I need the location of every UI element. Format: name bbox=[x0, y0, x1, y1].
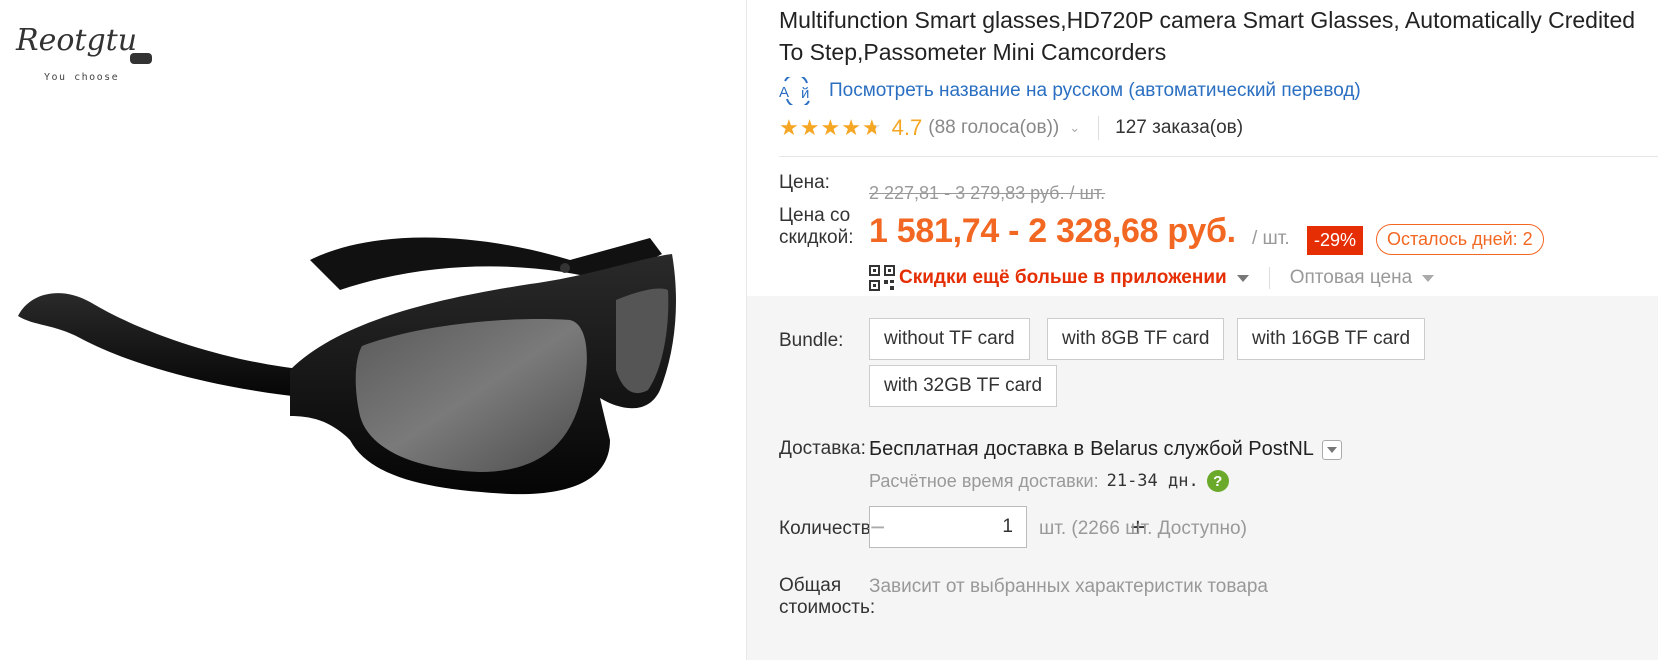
wholesale-price-link[interactable]: Оптовая цена bbox=[1290, 267, 1412, 289]
bundle-label: Bundle: bbox=[779, 330, 844, 351]
bundle-option-16gb[interactable]: with 16GB TF card bbox=[1237, 318, 1426, 360]
translate-icon[interactable]: A й bbox=[779, 77, 817, 105]
shipping-line: Бесплатная доставка в Belarus службой Po… bbox=[869, 438, 1342, 461]
discount-price: 1 581,74 - 2 328,68 руб. bbox=[869, 212, 1236, 250]
star-icon: ★ bbox=[779, 115, 799, 140]
quantity-minus-button[interactable]: − bbox=[870, 507, 885, 547]
bundle-option-8gb[interactable]: with 8GB TF card bbox=[1047, 318, 1225, 360]
per-unit: / шт. bbox=[1252, 228, 1290, 249]
qr-code-icon bbox=[869, 265, 895, 291]
app-promo-link[interactable]: Скидки ещё больше в приложении bbox=[899, 267, 1227, 289]
divider bbox=[1098, 116, 1100, 140]
price-label: Цена: bbox=[779, 172, 830, 193]
eta-label: Расчётное время доставки: bbox=[869, 470, 1099, 491]
app-promo-row: Скидки ещё больше в приложении Оптовая ц… bbox=[869, 264, 1435, 292]
rating-value: 4.7 bbox=[891, 115, 923, 140]
shipping-label: Доставка: bbox=[779, 438, 866, 459]
help-icon[interactable]: ? bbox=[1206, 470, 1229, 492]
brand-logo-text: Reotgtu bbox=[15, 23, 137, 58]
bundle-option-32gb[interactable]: with 32GB TF card bbox=[869, 365, 1058, 407]
caret-down-icon[interactable] bbox=[1236, 274, 1249, 282]
rating-row: ★ ★ ★ ★ ★ 4.7 (88 голоса(ов)) ⌄ 127 зака… bbox=[779, 113, 1243, 143]
star-icon: ★ bbox=[820, 115, 841, 140]
orders-count: 127 заказа(ов) bbox=[1115, 117, 1244, 138]
eta-days: 21-34 дн. bbox=[1106, 471, 1199, 491]
total-label: Общая стоимость: bbox=[779, 575, 876, 618]
delivery-eta: Расчётное время доставки: 21-34 дн. ? bbox=[869, 470, 1229, 492]
glasses-image bbox=[18, 237, 676, 495]
translate-link[interactable]: Посмотреть название на русском (автомати… bbox=[829, 80, 1361, 102]
svg-text:й: й bbox=[801, 85, 809, 102]
shipping-free: Бесплатная доставка в bbox=[869, 438, 1085, 460]
brand-tagline: You choose bbox=[44, 72, 120, 83]
product-title: Multifunction Smart glasses,HD720P camer… bbox=[779, 7, 1636, 65]
quantity-stepper: − + bbox=[869, 506, 1145, 548]
svg-text:A: A bbox=[779, 84, 789, 101]
divider bbox=[1268, 267, 1270, 289]
stock-available: шт. (2266 шт. Доступно) bbox=[1039, 518, 1247, 539]
discount-price-label: Цена со скидкой: bbox=[779, 205, 854, 248]
chevron-down-icon[interactable]: ⌄ bbox=[1069, 120, 1080, 136]
days-left-badge: Осталось дней: 2 bbox=[1376, 224, 1544, 255]
rating-stars: ★ ★ ★ ★ ★ bbox=[779, 117, 882, 139]
star-icon: ★ bbox=[799, 115, 820, 140]
bundle-option-without-tf[interactable]: without TF card bbox=[869, 318, 1030, 360]
shipping-dropdown-button[interactable] bbox=[1321, 439, 1342, 460]
brand-logo: Reotgtu You choose bbox=[14, 14, 164, 83]
translate-row[interactable]: A й Посмотреть название на русском (авто… bbox=[779, 76, 1361, 106]
caret-down-icon[interactable] bbox=[1422, 274, 1435, 282]
shipping-destination: Belarus службой PostNL bbox=[1090, 438, 1314, 460]
total-value: Зависит от выбранных характеристик товар… bbox=[869, 576, 1268, 597]
star-half-icon: ★ bbox=[861, 115, 882, 140]
old-price: 2 227,81 - 3 279,83 руб. / шт. bbox=[869, 183, 1106, 203]
product-info-panel: Multifunction Smart glasses,HD720P camer… bbox=[746, 0, 1658, 660]
divider bbox=[779, 156, 1658, 157]
discount-badge: -29% bbox=[1307, 226, 1364, 255]
votes-count[interactable]: (88 голоса(ов)) bbox=[928, 117, 1059, 139]
star-icon: ★ bbox=[841, 115, 861, 140]
product-image-panel: Reotgtu You choose bbox=[0, 0, 748, 660]
